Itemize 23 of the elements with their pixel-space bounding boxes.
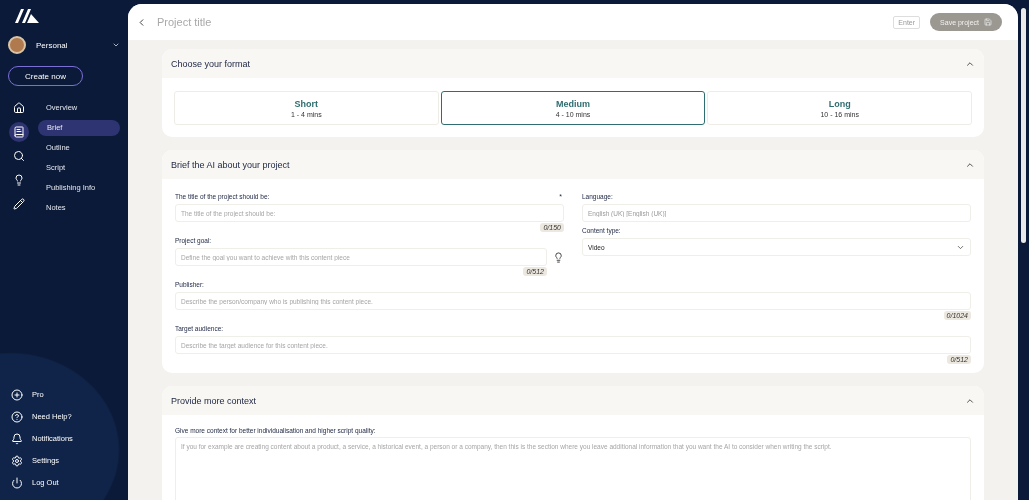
book-icon[interactable] — [9, 122, 29, 142]
section-header[interactable]: Choose your format — [162, 49, 984, 78]
account-name[interactable]: Personal — [36, 40, 102, 50]
chevron-down-icon[interactable] — [112, 41, 120, 49]
format-label: Short — [294, 98, 319, 109]
format-label: Long — [828, 98, 851, 109]
section-header[interactable]: Brief the AI about your project — [162, 150, 984, 179]
section-title: Brief the AI about your project — [171, 159, 290, 170]
section-header[interactable]: Provide more context — [162, 386, 984, 415]
logo-icon — [14, 8, 40, 24]
scrollbar-thumb[interactable] — [1021, 8, 1026, 243]
format-label: Medium — [556, 98, 590, 109]
project-title-input[interactable]: Project title — [157, 16, 884, 28]
settings-icon — [11, 454, 23, 467]
section-title: Provide more context — [171, 395, 257, 406]
help-icon — [11, 410, 23, 423]
save-icon — [984, 18, 992, 26]
section-title: Choose your format — [171, 58, 251, 69]
lightbulb-icon[interactable] — [553, 251, 564, 263]
plus-icon — [11, 388, 23, 401]
power-icon — [11, 476, 23, 489]
avatar[interactable] — [8, 36, 26, 54]
bell-icon — [11, 432, 23, 445]
